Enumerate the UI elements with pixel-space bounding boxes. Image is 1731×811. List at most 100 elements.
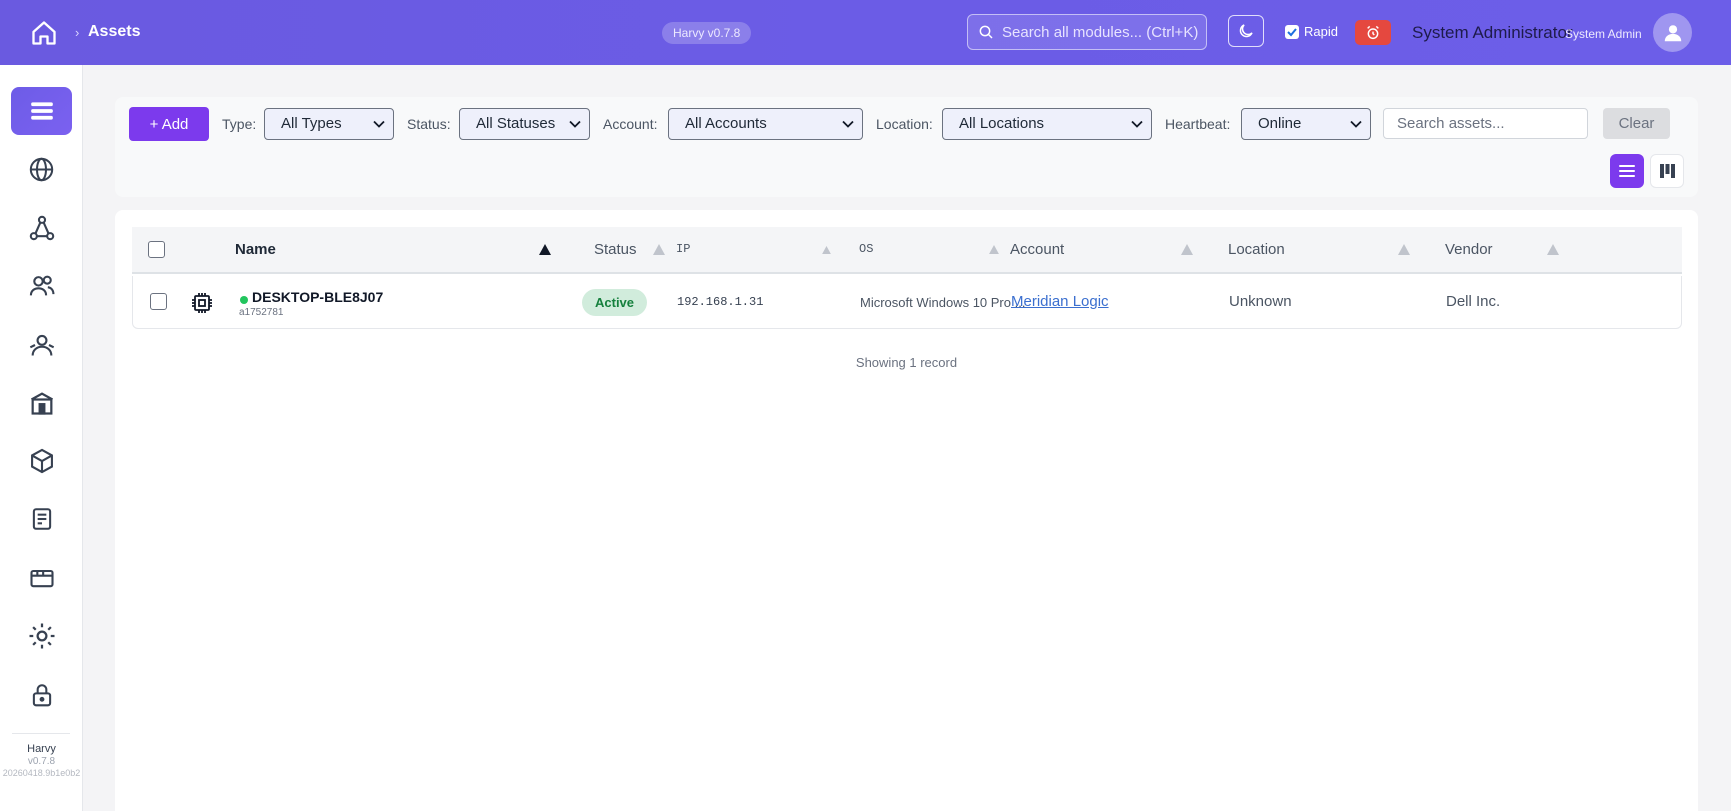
row-checkbox[interactable] xyxy=(150,293,167,310)
type-filter-value: All Types xyxy=(281,115,342,132)
alarm-button[interactable] xyxy=(1355,20,1391,45)
account-filter-value: All Accounts xyxy=(685,115,767,132)
sidebar-footer: Harvy v0.7.8 20260418.9b1e0b2 xyxy=(0,743,83,778)
record-count: Showing 1 record xyxy=(855,355,958,370)
asset-os: Microsoft Windows 10 Pro ... xyxy=(860,295,1026,310)
column-os[interactable]: OS xyxy=(859,227,873,272)
column-ip[interactable]: IP xyxy=(676,227,690,272)
location-filter-select[interactable]: All Locations xyxy=(942,108,1152,140)
chevron-down-icon xyxy=(373,120,385,128)
type-filter-label: Type: xyxy=(222,116,257,132)
rapid-label: Rapid xyxy=(1304,24,1338,39)
asset-location: Unknown xyxy=(1229,293,1292,310)
chevron-down-icon xyxy=(842,120,854,128)
sort-icon[interactable] xyxy=(1398,244,1410,255)
heartbeat-filter-value: Online xyxy=(1258,115,1302,132)
sort-asc-icon[interactable] xyxy=(539,244,551,255)
board-view-button[interactable] xyxy=(1650,154,1684,188)
sort-icon[interactable] xyxy=(1547,244,1559,255)
search-icon xyxy=(979,25,993,39)
rapid-checkbox[interactable] xyxy=(1285,24,1299,39)
global-search-input[interactable] xyxy=(1002,23,1202,41)
chevron-down-icon xyxy=(1350,120,1362,128)
sort-icon[interactable] xyxy=(989,245,999,254)
table-row[interactable]: DESKTOP-BLE8J07 a1752781 Active 192.168.… xyxy=(132,276,1682,329)
breadcrumb-current: Assets xyxy=(88,23,141,40)
status-filter-select[interactable]: All Statuses xyxy=(459,108,590,140)
sidebar-item-contacts[interactable] xyxy=(11,321,72,369)
assets-table-card: Name Status IP OS Account Location Vendo… xyxy=(115,210,1698,811)
app-build: 20260418.9b1e0b2 xyxy=(2,768,81,778)
sidebar-item-network[interactable] xyxy=(11,204,72,252)
lock-icon xyxy=(32,684,51,707)
home-icon[interactable] xyxy=(30,19,58,47)
list-view-button[interactable] xyxy=(1610,154,1644,188)
global-search[interactable] xyxy=(967,14,1207,50)
asset-search-input[interactable] xyxy=(1383,108,1588,139)
sort-icon[interactable] xyxy=(653,244,665,255)
network-icon xyxy=(29,215,54,241)
sidebar-item-menu[interactable] xyxy=(11,87,72,135)
rapid-toggle[interactable]: Rapid xyxy=(1285,24,1338,39)
app-version: v0.7.8 xyxy=(27,756,56,767)
sidebar-item-tickets[interactable] xyxy=(11,554,72,602)
asset-account-link[interactable]: Meridian Logic xyxy=(1011,293,1109,310)
column-status[interactable]: Status xyxy=(594,227,637,272)
asset-vendor: Dell Inc. xyxy=(1446,293,1501,310)
cube-icon xyxy=(30,448,53,474)
sidebar-item-buildings[interactable] xyxy=(11,379,72,427)
account-filter-select[interactable]: All Accounts xyxy=(668,108,863,140)
sidebar-item-documents[interactable] xyxy=(11,495,72,543)
cpu-icon xyxy=(190,291,214,320)
type-filter-select[interactable]: All Types xyxy=(264,108,394,140)
status-filter-label: Status: xyxy=(407,116,451,132)
sort-icon[interactable] xyxy=(1181,244,1193,255)
location-filter-value: All Locations xyxy=(959,115,1045,132)
location-filter-label: Location: xyxy=(876,116,933,132)
asset-ip: 192.168.1.31 xyxy=(677,295,764,309)
moon-icon xyxy=(1239,24,1253,38)
column-name[interactable]: Name xyxy=(235,227,276,272)
alarm-clock-icon xyxy=(1367,25,1379,39)
user-role: System Admin xyxy=(1565,27,1642,41)
theme-toggle-button[interactable] xyxy=(1228,15,1264,47)
column-location[interactable]: Location xyxy=(1228,227,1285,272)
app-name: Harvy xyxy=(27,743,56,755)
sidebar-item-users[interactable] xyxy=(11,262,72,310)
user-icon xyxy=(1664,24,1681,41)
building-icon xyxy=(30,392,53,415)
table-header: Name Status IP OS Account Location Vendo… xyxy=(132,227,1682,274)
select-all-checkbox[interactable] xyxy=(148,241,165,258)
user-name[interactable]: System Administrator xyxy=(1412,23,1573,43)
status-filter-value: All Statuses xyxy=(476,115,556,132)
columns-icon xyxy=(1659,164,1675,178)
status-badge: Active xyxy=(582,289,648,316)
top-bar: › Assets Harvy v0.7.8 Rapid System Admin… xyxy=(0,0,1731,65)
filter-bar: + Add Type: All Types Status: All Status… xyxy=(115,97,1698,197)
chevron-down-icon xyxy=(1131,120,1143,128)
menu-icon xyxy=(30,102,53,120)
clear-filters-button[interactable]: Clear xyxy=(1603,108,1670,139)
document-icon xyxy=(32,508,51,530)
sidebar-item-globe[interactable] xyxy=(11,145,72,193)
column-account[interactable]: Account xyxy=(1010,227,1064,272)
globe-icon xyxy=(29,157,54,181)
contact-icon xyxy=(29,334,54,356)
sidebar-divider xyxy=(12,733,70,734)
list-icon xyxy=(1619,165,1635,177)
sidebar-item-products[interactable] xyxy=(11,437,72,485)
asset-name[interactable]: DESKTOP-BLE8J07 xyxy=(252,289,383,305)
sidebar-item-settings[interactable] xyxy=(11,612,72,660)
users-icon xyxy=(29,275,54,296)
heartbeat-filter-select[interactable]: Online xyxy=(1241,108,1371,140)
avatar[interactable] xyxy=(1653,13,1692,52)
column-vendor[interactable]: Vendor xyxy=(1445,227,1493,272)
add-asset-button[interactable]: + Add xyxy=(129,107,209,141)
sidebar-item-security[interactable] xyxy=(11,671,72,719)
chevron-down-icon xyxy=(569,120,581,128)
online-status-dot xyxy=(240,296,248,304)
sidebar: Harvy v0.7.8 20260418.9b1e0b2 xyxy=(0,65,83,811)
breadcrumb-separator: › xyxy=(75,25,80,40)
account-filter-label: Account: xyxy=(603,116,658,132)
sort-icon[interactable] xyxy=(822,246,831,254)
